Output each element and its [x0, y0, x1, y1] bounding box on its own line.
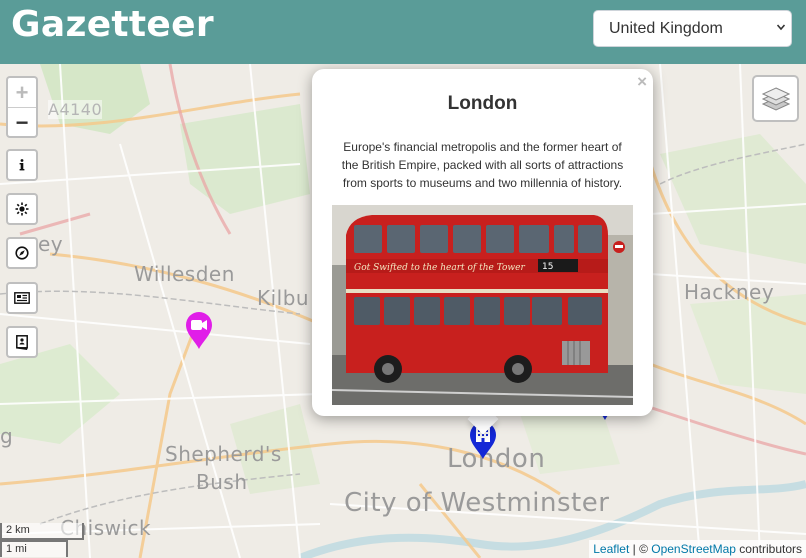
info-icon [19, 159, 25, 171]
place-label-westminster: City of Westminster [344, 488, 610, 518]
popup-description: Europe's financial metropolis and the fo… [341, 140, 624, 190]
country-select-value: United Kingdom [609, 20, 723, 37]
bus-advert-text: Got Swifted to the heart of the Tower [354, 263, 525, 273]
chevron-down-icon [777, 24, 785, 31]
popup-close-button[interactable]: × [637, 72, 647, 92]
attribution-sep: | © [629, 542, 652, 556]
place-label-road: A4140 [48, 100, 103, 119]
osm-link[interactable]: OpenStreetMap [651, 542, 736, 556]
zoom-control: + − [6, 76, 38, 138]
place-label-hackney: Hackney [684, 280, 775, 304]
country-select[interactable]: United Kingdom [593, 10, 792, 47]
info-button[interactable] [6, 149, 38, 181]
app-title: Gazetteer [11, 4, 214, 45]
book-icon [16, 334, 28, 350]
scale-control: 2 km [0, 523, 84, 540]
sun-icon [15, 202, 29, 216]
scale-mi: 1 mi [0, 540, 68, 557]
map[interactable]: A4140 ey Willesden Kilbu Hackney g Sheph… [0, 64, 806, 558]
zoom-in-button[interactable]: + [8, 78, 36, 107]
attribution: Leaflet | © OpenStreetMap contributors [589, 540, 806, 558]
popup-title: London [447, 93, 518, 114]
news-icon [14, 292, 30, 304]
scale-control: 1 mi [0, 540, 68, 557]
compass-button[interactable] [6, 237, 38, 269]
place-label-shepherds-bush: Bush [196, 470, 248, 494]
place-label-edge: ey [38, 232, 64, 256]
place-label-kilburn: Kilbu [257, 286, 310, 310]
scale-km: 2 km [0, 523, 84, 540]
popup-photo: Got Swifted to the heart of the Tower 15 [332, 205, 633, 405]
zoom-out-button[interactable]: − [8, 108, 36, 137]
place-label-shepherds-bush: Shepherd's [165, 442, 282, 466]
weather-button[interactable] [6, 193, 38, 225]
place-label-edge: g [0, 424, 14, 448]
place-popup: × London Europe's financial metropolis a… [312, 69, 653, 416]
compass-icon [15, 246, 29, 260]
navbar: Gazetteer United Kingdom [0, 0, 806, 64]
layers-icon [761, 86, 790, 111]
leaflet-link[interactable]: Leaflet [593, 542, 629, 556]
attribution-suffix: contributors [735, 542, 802, 556]
bus-route-number: 15 [542, 262, 553, 272]
news-button[interactable] [6, 282, 38, 314]
video-marker-icon[interactable] [184, 310, 214, 350]
layers-button[interactable] [752, 75, 799, 122]
place-label-willesden: Willesden [134, 262, 235, 286]
book-button[interactable] [6, 326, 38, 358]
